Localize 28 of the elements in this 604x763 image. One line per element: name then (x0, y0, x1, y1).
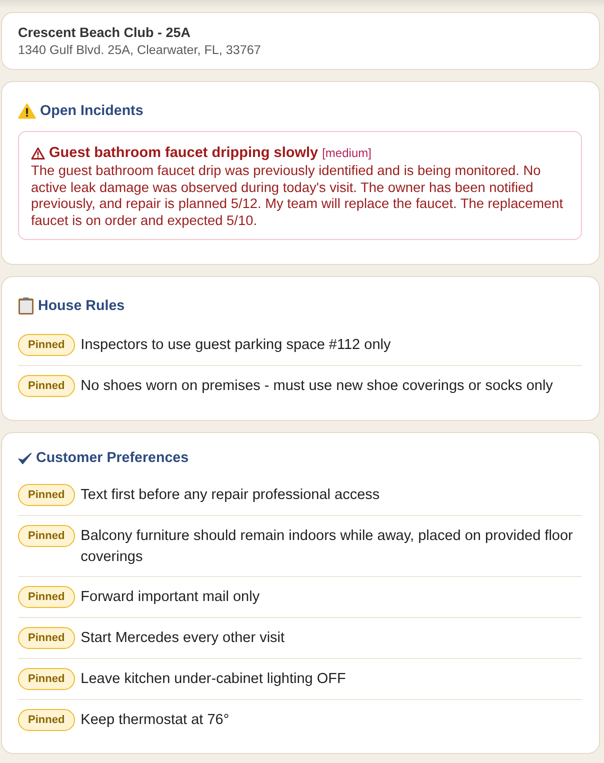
item-text: Start Mercedes every other visit (80, 629, 285, 648)
item-text: Leave kitchen under-cabinet lighting OFF (80, 670, 346, 689)
pinned-badge: Pinned (18, 709, 75, 731)
warning-icon (31, 146, 45, 160)
incident-description: The guest bathroom faucet drip was previously identified and is being monitored. No active leak damage was observed during today's visit. The owner has been notified previously, and repair is planned 5/12. My team will replace the faucet. The replacement faucet is on order and expected 5/10. (31, 163, 564, 229)
property-name: Crescent Beach Club - 25A (18, 24, 192, 42)
clipboard-icon (18, 297, 34, 315)
pinned-badge: Pinned (18, 375, 75, 397)
section-title: House Rules (38, 298, 125, 314)
item-text: Balcony furniture should remain indoors while away, placed on provided floor coverings (80, 527, 574, 567)
item-text: Forward important mail only (80, 588, 260, 607)
incident-title: Guest bathroom faucet dripping slowly (49, 144, 318, 163)
item-text: No shoes worn on premises - must use new shoe coverings or socks only (80, 377, 553, 396)
item-text: Inspectors to use guest parking space #112 only (80, 336, 391, 355)
severity-label: [medium] (322, 145, 372, 162)
pinned-badge: Pinned (18, 668, 75, 690)
section-title: Customer Preferences (36, 450, 189, 466)
check-icon (18, 452, 32, 464)
pinned-badge: Pinned (18, 484, 75, 506)
warning-icon (18, 103, 36, 119)
item-text: Keep thermostat at 76° (80, 711, 230, 730)
pinned-badge: Pinned (18, 627, 75, 649)
pinned-badge: Pinned (18, 334, 75, 356)
pinned-badge: Pinned (18, 525, 75, 547)
item-text: Text first before any repair professional access (80, 486, 380, 505)
section-title: Open Incidents (40, 103, 144, 119)
pinned-badge: Pinned (18, 586, 75, 608)
property-address: 1340 Gulf Blvd. 25A, Clearwater, FL, 33767 (18, 42, 262, 58)
